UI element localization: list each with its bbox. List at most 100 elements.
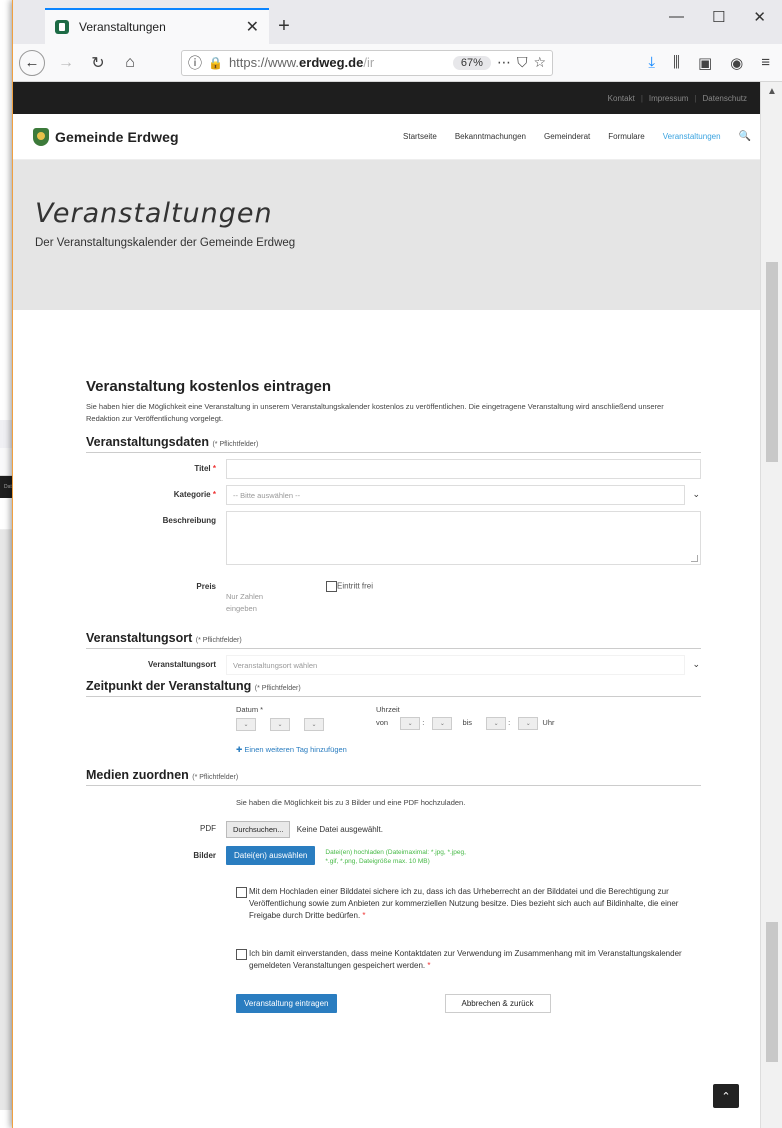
- choose-files-button[interactable]: Datei(en) auswählen: [226, 846, 316, 865]
- zoom-level-badge[interactable]: 67%: [452, 55, 491, 70]
- add-day-text: Einen weiteren Tag hinzufügen: [244, 745, 347, 754]
- price-hint-line-2: eingeben: [226, 604, 257, 613]
- images-label: Bilder: [193, 851, 216, 860]
- site-name[interactable]: Gemeinde Erdweg: [55, 129, 179, 145]
- url-bar[interactable]: ⓘ 🔒 https://www.erdweg.de/ir 67% ⋯ ⛉ ☆: [181, 49, 553, 76]
- description-textarea[interactable]: [226, 511, 701, 565]
- pocket-icon[interactable]: ⛉: [517, 54, 528, 71]
- new-tab-button[interactable]: +: [269, 8, 299, 44]
- location-select[interactable]: Veranstaltungsort wählen ⌄: [226, 655, 700, 675]
- description-label: Beschreibung: [162, 516, 216, 525]
- site-topbar: Kontakt | Impressum | Datenschutz: [13, 82, 761, 114]
- tab-close-icon[interactable]: ✕: [246, 17, 259, 37]
- nav-item-startseite[interactable]: Startseite: [403, 132, 437, 141]
- time-label: Uhrzeit: [376, 705, 400, 714]
- date-day-select[interactable]: ⌄: [236, 718, 256, 731]
- consent-contact-checkbox[interactable]: [236, 949, 247, 960]
- date-label: Datum *: [236, 705, 264, 714]
- consent-contact-label[interactable]: Ich bin damit einverstanden, dass meine …: [249, 949, 682, 970]
- main-nav: Startseite Bekanntmachungen Gemeinderat …: [403, 131, 751, 142]
- scroll-to-top-button[interactable]: ⌃: [713, 1084, 739, 1108]
- coat-of-arms-logo-icon[interactable]: [33, 127, 49, 146]
- close-window-icon[interactable]: ✕: [753, 8, 766, 26]
- date-year-select[interactable]: ⌄: [304, 718, 324, 731]
- price-label: Preis: [196, 582, 216, 591]
- row-date-time: Datum * ⌄ ⌄ ⌄ Uhrzeit von ⌄: ⌄ bis ⌄: ⌄ …: [86, 705, 701, 731]
- required-note-text: (* Pflichtfelder): [212, 441, 259, 448]
- time-to-label: bis: [462, 718, 473, 727]
- minimize-icon[interactable]: —: [669, 8, 684, 26]
- nav-item-gemeinderat[interactable]: Gemeinderat: [544, 132, 590, 141]
- row-actions: Veranstaltung eintragen Abbrechen & zurü…: [86, 994, 701, 1013]
- page-scrollbar[interactable]: ▲: [760, 82, 782, 1128]
- browse-button[interactable]: Durchsuchen...: [226, 821, 291, 838]
- scroll-up-arrow-icon[interactable]: ▲: [761, 86, 782, 97]
- scroll-thumb-lower[interactable]: [766, 922, 778, 1062]
- price-input[interactable]: [226, 577, 326, 591]
- section-location-title: Veranstaltungsort: [86, 631, 193, 645]
- download-icon[interactable]: ⤓: [648, 54, 655, 71]
- scroll-thumb[interactable]: [766, 262, 778, 462]
- topbar-link-impressum[interactable]: Impressum: [649, 94, 689, 103]
- page-actions-icon[interactable]: ⋯: [497, 54, 511, 71]
- search-icon[interactable]: 🔍: [739, 131, 751, 142]
- free-entry-label[interactable]: Eintritt frei: [337, 582, 373, 591]
- tab-veranstaltungen[interactable]: Veranstaltungen ✕: [45, 8, 269, 44]
- price-input-area: Nur Zahlen eingeben: [226, 577, 326, 615]
- home-button[interactable]: ⌂: [119, 54, 141, 72]
- favicon-icon: [55, 20, 69, 34]
- date-month-select[interactable]: ⌄: [270, 718, 290, 731]
- time-to-minute-select[interactable]: ⌄: [518, 717, 539, 730]
- nav-item-formulare[interactable]: Formulare: [608, 132, 644, 141]
- url-prefix: https://www.: [228, 55, 300, 70]
- back-button[interactable]: ←: [19, 49, 45, 76]
- price-hint: Nur Zahlen eingeben: [226, 591, 326, 615]
- info-icon[interactable]: ⓘ: [188, 53, 202, 73]
- row-description: Beschreibung: [86, 511, 701, 565]
- site-header: Gemeinde Erdweg Startseite Bekanntmachun…: [13, 114, 761, 160]
- row-consent-contact: Ich bin damit einverstanden, dass meine …: [86, 948, 701, 972]
- row-images: Bilder Datei(en) auswählen Datei(en) hoc…: [86, 846, 701, 866]
- no-file-text: Keine Datei ausgewählt.: [296, 825, 383, 834]
- nav-item-veranstaltungen[interactable]: Veranstaltungen: [663, 132, 721, 141]
- web-page: Kontakt | Impressum | Datenschutz Gemein…: [13, 82, 761, 1128]
- screen: ☐ ✕ ▢ ◉ ≡ Datenschutz ▬ 🔍 Veranstaltunge…: [0, 0, 782, 1128]
- time-from-label: von: [376, 718, 389, 727]
- category-label: Kategorie *: [173, 490, 216, 499]
- consent-copyright-checkbox[interactable]: [236, 887, 247, 898]
- price-hint-line-1: Nur Zahlen: [226, 592, 264, 601]
- menu-icon[interactable]: ≡: [761, 54, 770, 71]
- account-icon[interactable]: ◉: [730, 54, 743, 72]
- cancel-back-button[interactable]: Abbrechen & zurück: [444, 994, 551, 1013]
- category-select[interactable]: -- Bitte auswählen -- ⌄: [226, 485, 700, 505]
- library-icon[interactable]: ⫼: [673, 54, 680, 71]
- reload-button[interactable]: ↻: [87, 53, 109, 73]
- page-subtitle: Der Veranstaltungskalender der Gemeinde …: [35, 237, 296, 249]
- required-note: (* Pflichtfelder): [192, 774, 238, 781]
- title-input[interactable]: [226, 459, 701, 479]
- file-limits-line-2: *.gif, *.png, Dateigröße max. 10 MB): [325, 858, 430, 865]
- chevron-down-icon: ⌄: [692, 489, 700, 499]
- time-from-minute-select[interactable]: ⌄: [432, 717, 453, 730]
- time-to-hour-select[interactable]: ⌄: [486, 717, 507, 730]
- consent-contact-text: Ich bin damit einverstanden, dass meine …: [249, 949, 682, 970]
- free-entry-checkbox[interactable]: [326, 581, 337, 592]
- lock-icon[interactable]: 🔒: [208, 56, 223, 70]
- add-day-link[interactable]: ✚ Einen weiteren Tag hinzufügen: [236, 745, 701, 754]
- topbar-link-kontakt[interactable]: Kontakt: [608, 94, 635, 103]
- sidebar-icon[interactable]: ▣: [698, 54, 712, 72]
- nav-item-bekanntmachungen[interactable]: Bekanntmachungen: [455, 132, 526, 141]
- maximize-icon[interactable]: ☐: [712, 8, 725, 26]
- bookmark-star-icon[interactable]: ☆: [533, 54, 546, 71]
- section-event-data: Veranstaltungsdaten (* Pflichtfelder): [86, 435, 701, 453]
- forward-button[interactable]: →: [55, 54, 77, 72]
- row-consent-copyright: Mit dem Hochladen einer Bilddatei sicher…: [86, 886, 701, 922]
- topbar-separator: |: [640, 93, 643, 103]
- url-text[interactable]: https://www.erdweg.de/ir: [229, 55, 447, 70]
- topbar-link-datenschutz[interactable]: Datenschutz: [703, 94, 747, 103]
- required-note: (* Pflichtfelder): [212, 441, 258, 448]
- time-from-hour-select[interactable]: ⌄: [400, 717, 421, 730]
- row-category: Kategorie * -- Bitte auswählen -- ⌄: [86, 485, 701, 505]
- submit-event-button[interactable]: Veranstaltung eintragen: [236, 994, 337, 1013]
- consent-copyright-label[interactable]: Mit dem Hochladen einer Bilddatei sicher…: [249, 887, 678, 920]
